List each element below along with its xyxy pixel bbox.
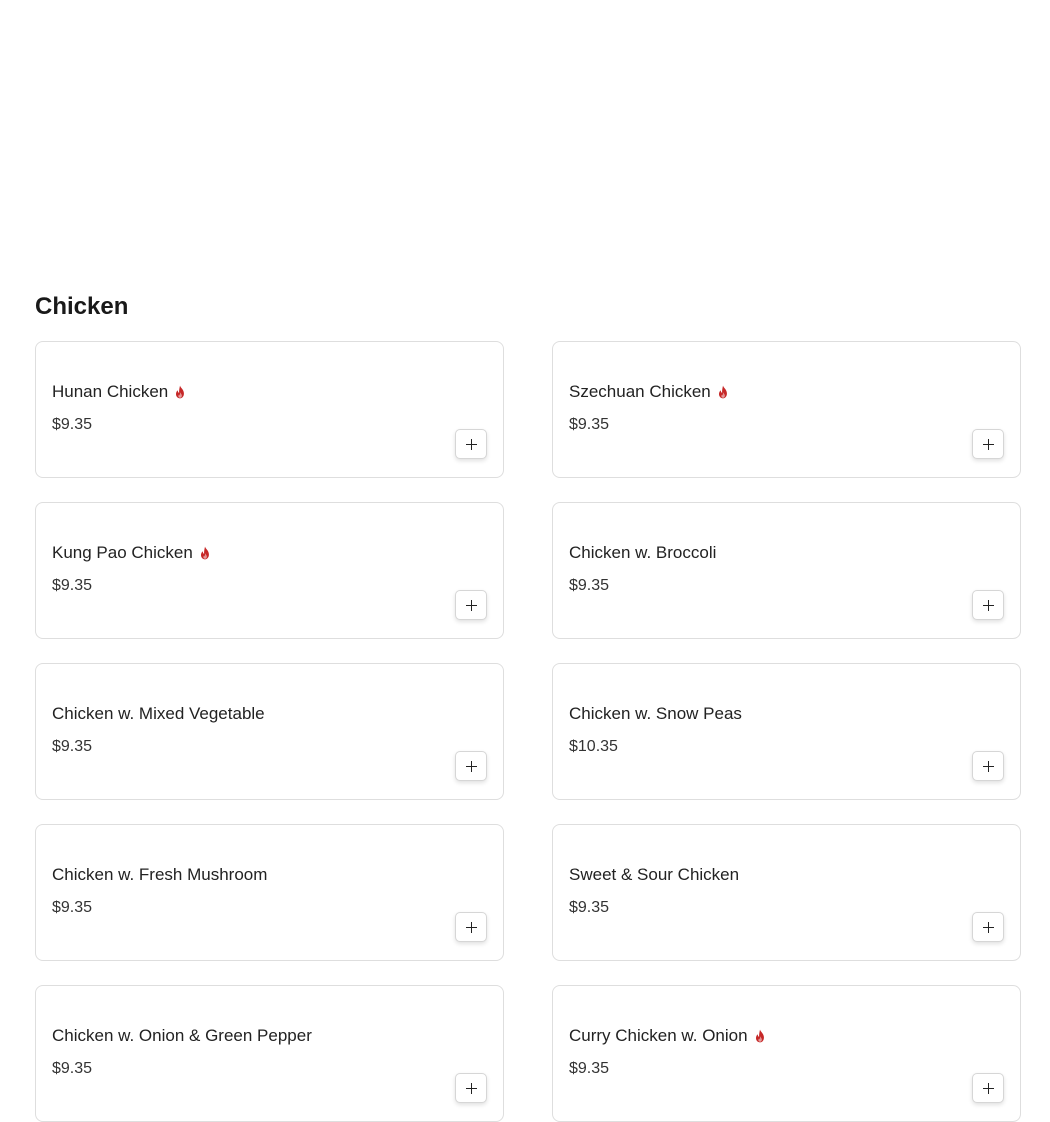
plus-icon	[982, 1082, 994, 1094]
menu-item-card[interactable]: Chicken w. Snow Peas $10.35	[552, 663, 1021, 800]
flame-icon	[753, 1029, 767, 1043]
item-name-row: Chicken w. Snow Peas	[569, 702, 742, 726]
item-name: Szechuan Chicken	[569, 382, 711, 401]
item-name-row: Chicken w. Broccoli	[569, 541, 716, 565]
item-name: Chicken w. Mixed Vegetable	[52, 704, 265, 723]
item-price: $9.35	[569, 899, 610, 916]
item-name-row: Chicken w. Mixed Vegetable	[52, 702, 265, 726]
item-name: Sweet & Sour Chicken	[569, 865, 740, 884]
plus-icon	[465, 760, 477, 772]
item-name-row: Hunan Chicken	[52, 380, 187, 404]
item-price: $9.35	[52, 899, 93, 916]
item-name: Chicken w. Fresh Mushroom	[52, 865, 268, 884]
section-title: Chicken	[35, 293, 129, 320]
menu-section-chicken: Chicken Hunan Chicken $9.35 Szechuan Chi…	[0, 288, 1050, 1122]
item-name: Chicken w. Broccoli	[569, 543, 717, 562]
item-name-row: Sweet & Sour Chicken	[569, 863, 739, 887]
add-item-button[interactable]	[455, 590, 487, 620]
add-item-button[interactable]	[972, 912, 1004, 942]
plus-icon	[982, 921, 994, 933]
add-item-button[interactable]	[455, 429, 487, 459]
menu-item-card[interactable]: Hunan Chicken $9.35	[35, 341, 504, 478]
item-name: Hunan Chicken	[52, 382, 169, 401]
flame-icon	[716, 385, 730, 399]
menu-item-card[interactable]: Kung Pao Chicken $9.35	[35, 502, 504, 639]
plus-icon	[982, 438, 994, 450]
plus-icon	[465, 438, 477, 450]
item-name-row: Kung Pao Chicken	[52, 541, 212, 565]
add-item-button[interactable]	[455, 751, 487, 781]
top-blank-area	[0, 0, 1050, 288]
item-price: $9.35	[52, 738, 93, 755]
plus-icon	[982, 760, 994, 772]
item-price: $9.35	[569, 577, 610, 594]
menu-item-card[interactable]: Chicken w. Fresh Mushroom $9.35	[35, 824, 504, 961]
item-name-row: Curry Chicken w. Onion	[569, 1024, 767, 1048]
plus-icon	[465, 599, 477, 611]
menu-item-card[interactable]: Sweet & Sour Chicken $9.35	[552, 824, 1021, 961]
item-name-row: Chicken w. Onion & Green Pepper	[52, 1024, 312, 1048]
plus-icon	[465, 1082, 477, 1094]
item-price: $9.35	[52, 1060, 93, 1077]
flame-icon	[173, 385, 187, 399]
flame-icon	[198, 546, 212, 560]
add-item-button[interactable]	[972, 751, 1004, 781]
menu-item-card[interactable]: Chicken w. Broccoli $9.35	[552, 502, 1021, 639]
plus-icon	[982, 599, 994, 611]
add-item-button[interactable]	[972, 429, 1004, 459]
add-item-button[interactable]	[455, 1073, 487, 1103]
menu-item-card[interactable]: Chicken w. Onion & Green Pepper $9.35	[35, 985, 504, 1122]
item-price: $9.35	[52, 577, 93, 594]
add-item-button[interactable]	[972, 1073, 1004, 1103]
item-price: $9.35	[569, 416, 610, 433]
item-name: Curry Chicken w. Onion	[569, 1026, 748, 1045]
add-item-button[interactable]	[455, 912, 487, 942]
item-name: Chicken w. Onion & Green Pepper	[52, 1026, 312, 1045]
menu-item-card[interactable]: Szechuan Chicken $9.35	[552, 341, 1021, 478]
add-item-button[interactable]	[972, 590, 1004, 620]
item-price: $10.35	[569, 738, 618, 755]
plus-icon	[465, 921, 477, 933]
menu-item-card[interactable]: Chicken w. Mixed Vegetable $9.35	[35, 663, 504, 800]
item-price: $9.35	[569, 1060, 610, 1077]
menu-item-grid: Hunan Chicken $9.35 Szechuan Chicken $9.…	[35, 341, 1021, 1122]
item-name-row: Szechuan Chicken	[569, 380, 730, 404]
menu-item-card[interactable]: Curry Chicken w. Onion $9.35	[552, 985, 1021, 1122]
item-name: Kung Pao Chicken	[52, 543, 193, 562]
item-name: Chicken w. Snow Peas	[569, 704, 742, 723]
item-price: $9.35	[52, 416, 93, 433]
item-name-row: Chicken w. Fresh Mushroom	[52, 863, 267, 887]
